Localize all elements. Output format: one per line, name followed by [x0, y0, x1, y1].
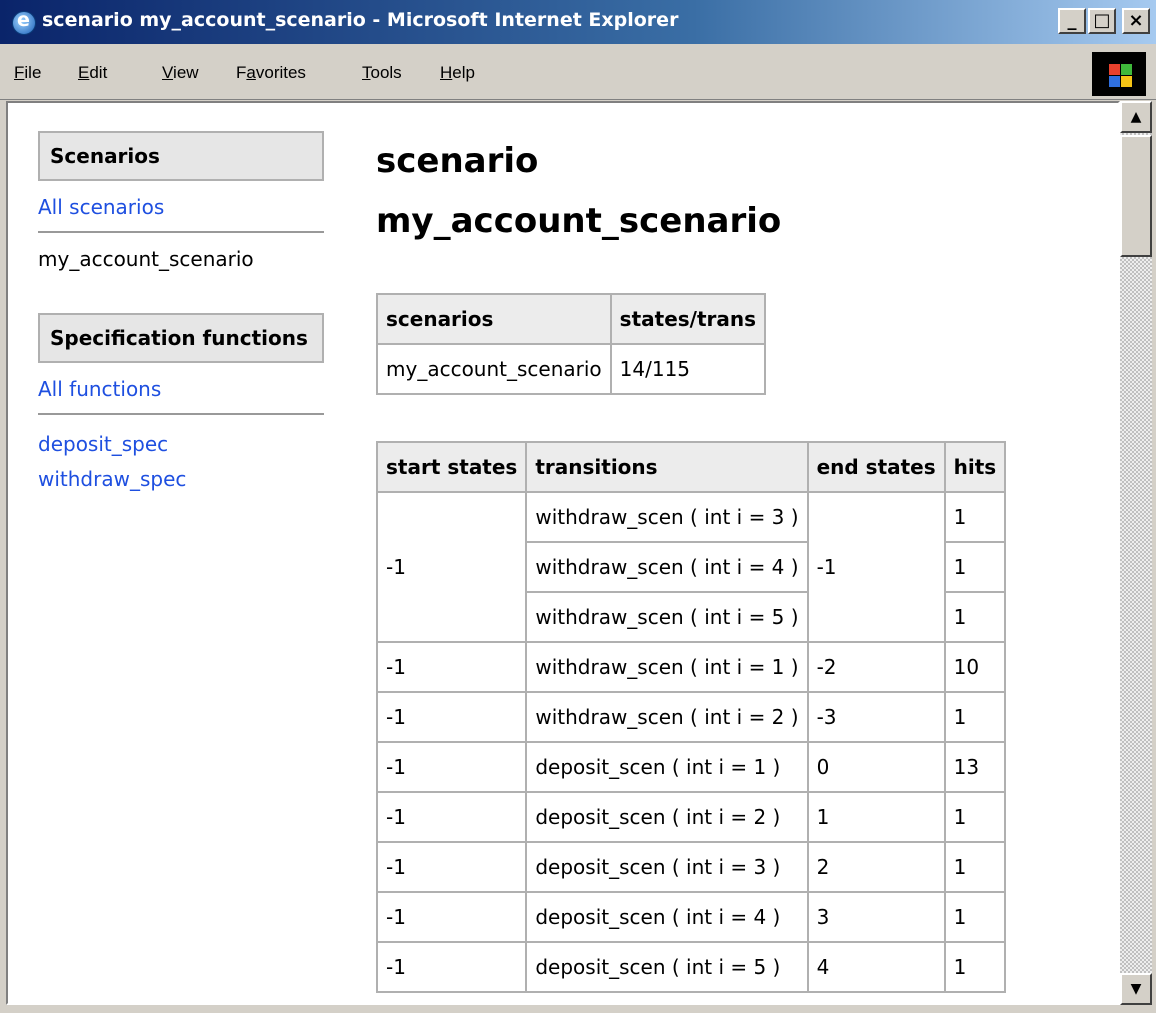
- maximize-icon: □: [1093, 10, 1111, 31]
- maximize-button[interactable]: □: [1088, 8, 1116, 34]
- cell-hits: 1: [944, 842, 1006, 892]
- menu-edit[interactable]: Edit: [78, 63, 107, 83]
- cell-start-state: -1: [377, 842, 527, 892]
- table-row: -1 deposit_scen ( int i = 4 ) 3 1: [377, 892, 1006, 942]
- cell-hits: 1: [944, 892, 1006, 942]
- scroll-down-button[interactable]: ▼: [1120, 973, 1152, 1005]
- arrow-down-icon: ▼: [1130, 981, 1142, 997]
- cell-transition: deposit_scen ( int i = 4 ): [526, 892, 808, 942]
- cell-transition: deposit_scen ( int i = 1 ): [526, 742, 808, 792]
- current-scenario: my_account_scenario: [38, 247, 254, 271]
- cell-start-state: -1: [377, 492, 527, 642]
- cell-hits: 13: [944, 742, 1006, 792]
- arrow-up-icon: ▲: [1130, 109, 1142, 125]
- functions-header: Specification functions: [38, 313, 324, 363]
- function-link-deposit[interactable]: deposit_spec: [38, 427, 324, 462]
- cell-end-state: -2: [807, 642, 945, 692]
- cell-transition: withdraw_scen ( int i = 3 ): [526, 492, 808, 542]
- cell-transition: deposit_scen ( int i = 2 ): [526, 792, 808, 842]
- minimize-button[interactable]: _: [1058, 8, 1086, 34]
- scrollbar-thumb[interactable]: [1120, 135, 1152, 257]
- menu-view[interactable]: View: [162, 63, 199, 83]
- close-icon: ×: [1128, 10, 1144, 31]
- menu-file[interactable]: File: [14, 63, 41, 83]
- menu-bar: File Edit View Favorites Tools Help: [0, 44, 1156, 100]
- page-title: scenario my_account_scenario: [376, 131, 1006, 251]
- col-start-states: start states: [377, 442, 527, 492]
- divider: [38, 413, 324, 415]
- cell-hits: 1: [944, 592, 1006, 642]
- cell-states-trans: 14/115: [610, 344, 766, 394]
- scroll-up-button[interactable]: ▲: [1120, 101, 1152, 133]
- cell-start-state: -1: [377, 942, 527, 992]
- all-functions-link[interactable]: All functions: [38, 375, 324, 403]
- all-scenarios-link[interactable]: All scenarios: [38, 193, 324, 221]
- cell-end-state: -3: [807, 692, 945, 742]
- cell-start-state: -1: [377, 742, 527, 792]
- sidebar: Scenarios All scenarios my_account_scena…: [38, 131, 324, 497]
- cell-hits: 1: [944, 492, 1006, 542]
- page-content: Scenarios All scenarios my_account_scena…: [6, 101, 1120, 1005]
- cell-end-state: 2: [807, 842, 945, 892]
- vertical-scrollbar[interactable]: ▲ ▼: [1120, 101, 1152, 1005]
- scenarios-header: Scenarios: [38, 131, 324, 181]
- cell-scenario: my_account_scenario: [377, 344, 611, 394]
- table-row: -1 deposit_scen ( int i = 1 ) 0 13: [377, 742, 1006, 792]
- divider: [38, 231, 324, 233]
- cell-end-state: -1: [807, 492, 945, 642]
- cell-transition: withdraw_scen ( int i = 5 ): [526, 592, 808, 642]
- page-title-line2: my_account_scenario: [376, 201, 782, 241]
- cell-hits: 10: [944, 642, 1006, 692]
- summary-table: scenarios states/trans my_account_scenar…: [376, 293, 767, 395]
- cell-hits: 1: [944, 942, 1006, 992]
- ie-icon[interactable]: [12, 9, 36, 35]
- windows-logo-icon: [1092, 52, 1146, 96]
- table-row: -1 withdraw_scen ( int i = 1 ) -2 10: [377, 642, 1006, 692]
- cell-hits: 1: [944, 692, 1006, 742]
- cell-transition: withdraw_scen ( int i = 2 ): [526, 692, 808, 742]
- cell-end-state: 0: [807, 742, 945, 792]
- col-transitions: transitions: [526, 442, 808, 492]
- table-row: -1 deposit_scen ( int i = 5 ) 4 1: [377, 942, 1006, 992]
- cell-end-state: 4: [807, 942, 945, 992]
- cell-start-state: -1: [377, 642, 527, 692]
- table-row: -1 deposit_scen ( int i = 2 ) 1 1: [377, 792, 1006, 842]
- cell-end-state: 3: [807, 892, 945, 942]
- window-title: scenario my_account_scenario - Microsoft…: [42, 9, 679, 31]
- title-bar: scenario my_account_scenario - Microsoft…: [0, 0, 1156, 44]
- main-content: scenario my_account_scenario scenarios s…: [376, 131, 1007, 993]
- cell-start-state: -1: [377, 692, 527, 742]
- cell-transition: withdraw_scen ( int i = 4 ): [526, 542, 808, 592]
- menu-favorites[interactable]: Favorites: [236, 63, 306, 83]
- table-row: -1 deposit_scen ( int i = 3 ) 2 1: [377, 842, 1006, 892]
- menu-tools[interactable]: Tools: [362, 63, 402, 83]
- col-end-states: end states: [807, 442, 945, 492]
- minimize-icon: _: [1067, 10, 1077, 31]
- col-scenarios: scenarios: [377, 294, 611, 344]
- col-hits: hits: [944, 442, 1006, 492]
- table-row: -1 withdraw_scen ( int i = 2 ) -3 1: [377, 692, 1006, 742]
- table-row: -1 withdraw_scen ( int i = 3 ) -1 1: [377, 492, 1006, 642]
- col-states-trans: states/trans: [610, 294, 766, 344]
- cell-transition: withdraw_scen ( int i = 1 ): [526, 642, 808, 692]
- page-title-line1: scenario: [376, 141, 539, 181]
- transitions-table: start states transitions end states hits…: [376, 441, 1007, 993]
- close-button[interactable]: ×: [1122, 8, 1150, 34]
- cell-transition: deposit_scen ( int i = 3 ): [526, 842, 808, 892]
- cell-start-state: -1: [377, 792, 527, 842]
- cell-start-state: -1: [377, 892, 527, 942]
- cell-hits: 1: [944, 542, 1006, 592]
- cell-transition: deposit_scen ( int i = 5 ): [526, 942, 808, 992]
- menu-help[interactable]: Help: [440, 63, 475, 83]
- cell-end-state: 1: [807, 792, 945, 842]
- cell-hits: 1: [944, 792, 1006, 842]
- function-link-withdraw[interactable]: withdraw_spec: [38, 462, 324, 497]
